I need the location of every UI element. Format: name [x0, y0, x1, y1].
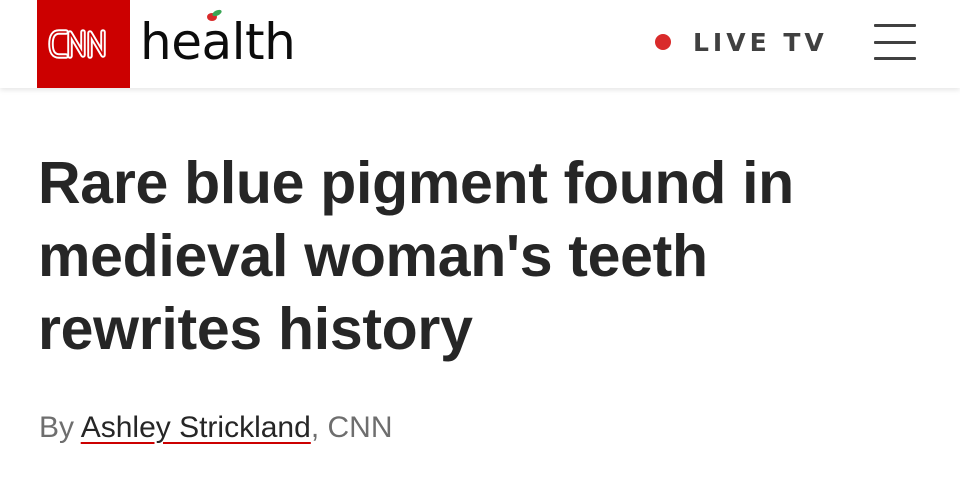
live-tv-button[interactable]: LIVE TV [655, 27, 828, 57]
menu-bar [874, 24, 916, 27]
byline-suffix: , CNN [310, 411, 393, 444]
byline-prefix: By [39, 411, 81, 444]
live-dot-icon [655, 34, 671, 50]
cnn-logo[interactable] [37, 0, 130, 88]
article-byline: By Ashley Strickland, CNN [39, 410, 392, 446]
site-header: health LIVE TV [0, 0, 960, 88]
live-tv-label: LIVE TV [693, 27, 828, 57]
menu-bar [874, 40, 916, 44]
menu-bar [874, 57, 916, 60]
hamburger-menu-icon[interactable] [874, 22, 916, 62]
cnn-logo-mark [47, 29, 106, 59]
author-link[interactable]: Ashley Strickland [81, 411, 311, 444]
article-headline: Rare blue pigment found in medieval woma… [38, 150, 794, 362]
apple-leaf-icon [205, 8, 223, 27]
